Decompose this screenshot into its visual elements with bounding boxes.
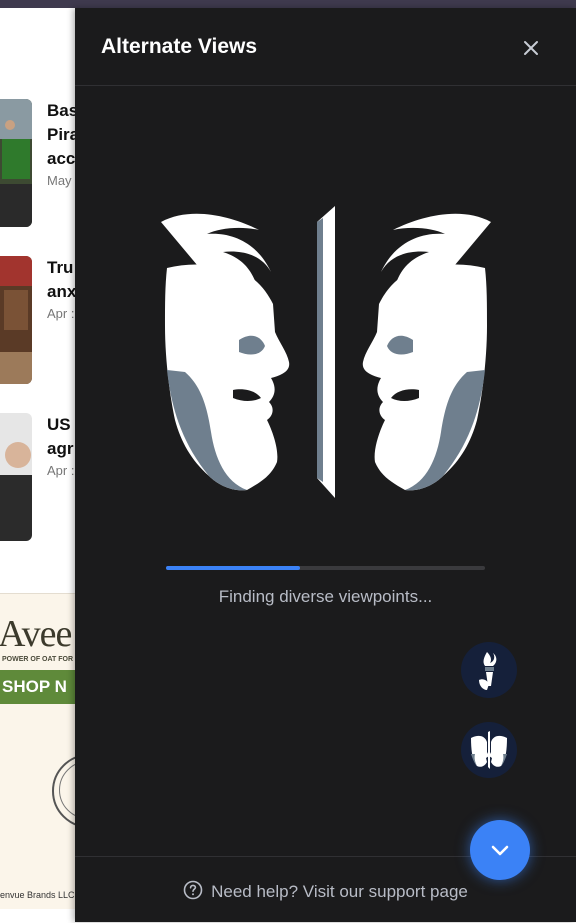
support-link[interactable]: Need help? Visit our support page bbox=[75, 880, 576, 902]
browser-top-strip bbox=[0, 0, 576, 8]
alternate-views-panel: Alternate Views Finding diverse viewpoin… bbox=[75, 8, 576, 922]
help-icon bbox=[183, 880, 203, 900]
article-date: Apr : bbox=[47, 463, 75, 478]
panel-header: Alternate Views bbox=[75, 8, 576, 86]
progress-bar-fill bbox=[166, 566, 300, 570]
panel-title: Alternate Views bbox=[101, 35, 258, 58]
article-thumbnail[interactable] bbox=[0, 256, 32, 384]
left-face bbox=[161, 213, 290, 491]
article-thumbnail[interactable] bbox=[0, 99, 32, 227]
status-text: Finding diverse viewpoints... bbox=[218, 587, 433, 606]
article-date: Apr : bbox=[47, 306, 75, 321]
article-title[interactable]: Tru anx bbox=[47, 256, 76, 304]
close-icon bbox=[524, 41, 538, 55]
close-button[interactable] bbox=[519, 36, 543, 60]
advertisement[interactable]: Avee POWER OF OAT FOR SHOP N envue Brand… bbox=[0, 593, 78, 909]
ad-legal-text: envue Brands LLC bbox=[0, 890, 75, 900]
scroll-down-button[interactable] bbox=[470, 820, 530, 880]
torch-action-button[interactable] bbox=[461, 642, 517, 698]
ad-cta-button[interactable]: SHOP N bbox=[0, 670, 78, 704]
article-title[interactable]: US agr bbox=[47, 413, 73, 461]
alternate-views-logo-illustration bbox=[161, 206, 491, 498]
alternate-views-action-button[interactable] bbox=[461, 722, 517, 778]
support-link-label[interactable]: Need help? Visit our support page bbox=[211, 882, 468, 901]
chevron-down-icon bbox=[491, 845, 509, 856]
torch-icon bbox=[479, 652, 497, 690]
right-face bbox=[362, 213, 491, 491]
ad-tagline: POWER OF OAT FOR bbox=[2, 656, 74, 663]
progress-bar bbox=[166, 566, 485, 570]
article-thumbnail[interactable] bbox=[0, 413, 32, 541]
ad-brand: Avee bbox=[0, 613, 72, 655]
faces-icon bbox=[471, 731, 507, 769]
article-date: May bbox=[47, 173, 72, 188]
